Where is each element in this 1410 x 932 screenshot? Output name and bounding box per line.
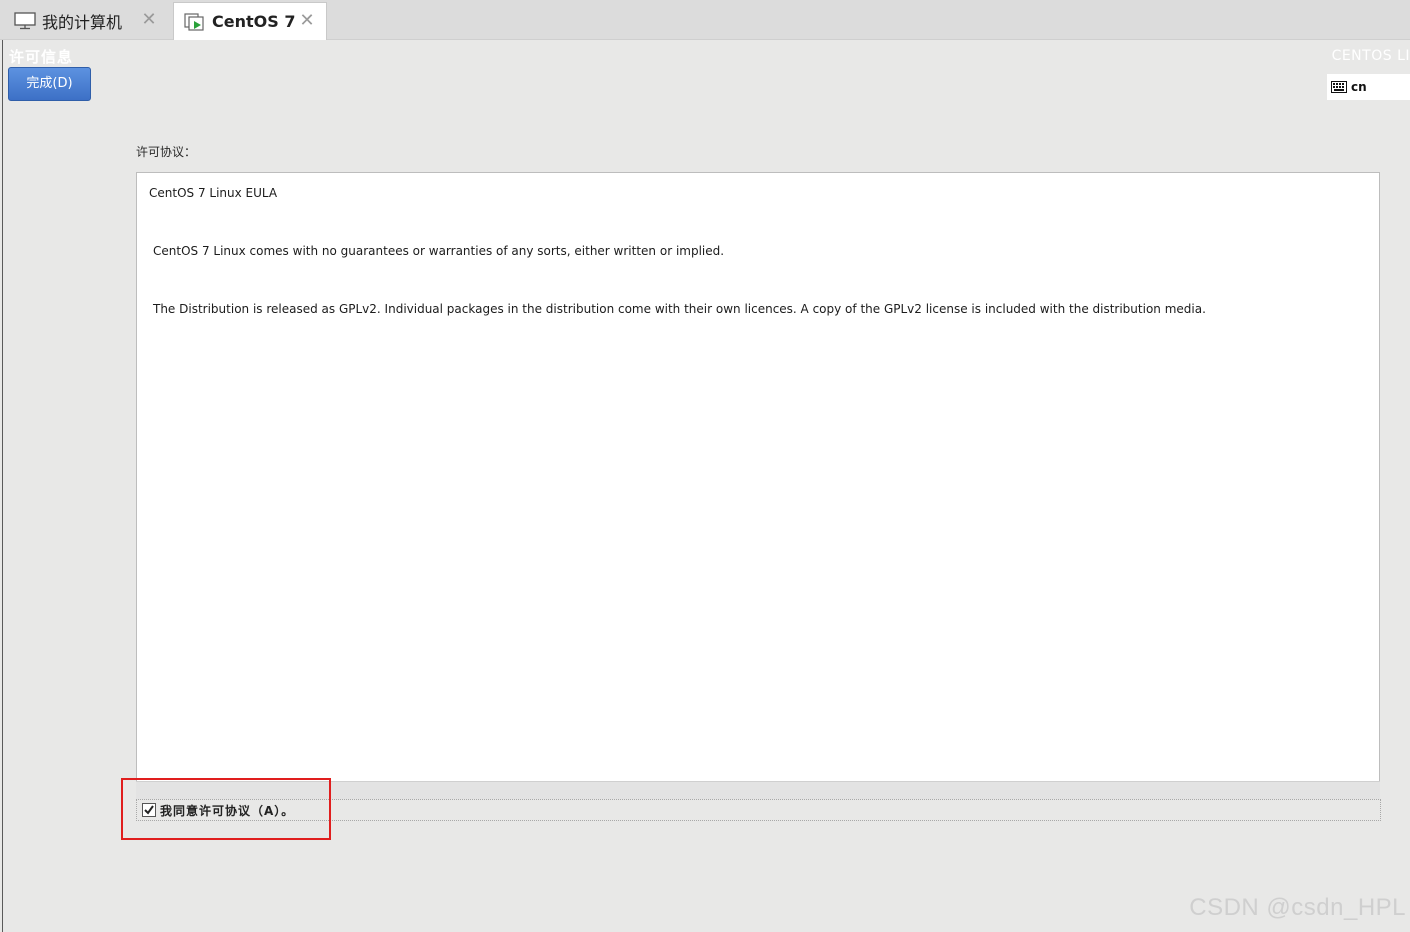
monitor-icon (14, 12, 36, 30)
tab-label: CentOS 7 (212, 12, 296, 31)
close-icon[interactable]: ✕ (298, 12, 316, 30)
page-title: 许可信息 (9, 48, 74, 66)
keyboard-layout-label: cn (1351, 80, 1367, 94)
highlight-box (121, 778, 331, 840)
close-icon[interactable]: ✕ (140, 11, 158, 29)
license-text-area[interactable]: CentOS 7 Linux EULA CentOS 7 Linux comes… (136, 172, 1380, 799)
tab-bar: 我的计算机 ✕ CentOS 7 ✕ (0, 0, 1410, 40)
vm-screen: 许可信息 完成(D) CENTOS LI cn 许可协议： CentOS 7 L… (2, 40, 1410, 932)
license-label: 许可协议： (136, 145, 197, 159)
license-paragraph: CentOS 7 Linux comes with no guarantees … (153, 244, 725, 258)
done-button[interactable]: 完成(D) (8, 67, 91, 101)
vm-icon (184, 12, 204, 31)
brand-label: CENTOS LI (1331, 48, 1410, 64)
watermark: CSDN @csdn_HPL (1189, 894, 1406, 921)
tab-my-computer[interactable]: 我的计算机 ✕ (4, 2, 168, 40)
license-title: CentOS 7 Linux EULA (149, 186, 278, 200)
keyboard-icon (1331, 81, 1347, 93)
keyboard-layout-indicator[interactable]: cn (1327, 74, 1410, 100)
tab-centos-7[interactable]: CentOS 7 ✕ (173, 2, 327, 40)
tab-label: 我的计算机 (42, 13, 123, 32)
license-paragraph: The Distribution is released as GPLv2. I… (153, 302, 1206, 316)
